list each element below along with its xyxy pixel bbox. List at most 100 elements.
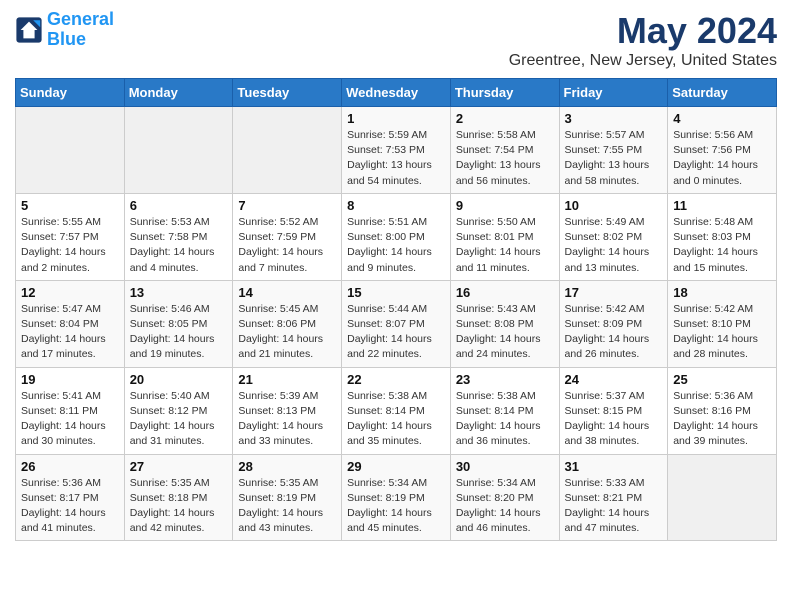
weekday-header: Tuesday <box>233 79 342 107</box>
day-info: Sunrise: 5:46 AM Sunset: 8:05 PM Dayligh… <box>130 302 228 363</box>
calendar-cell: 9Sunrise: 5:50 AM Sunset: 8:01 PM Daylig… <box>450 193 559 280</box>
calendar-cell: 4 Sunrise: 5:56 AM Sunset: 7:56 PM Daylig… <box>668 107 777 194</box>
day-info: Sunrise: 5:48 AM Sunset: 8:03 PM Dayligh… <box>673 215 771 276</box>
day-number: 15 <box>347 285 445 300</box>
day-info: Sunrise: 5:50 AM Sunset: 8:01 PM Dayligh… <box>456 215 554 276</box>
day-info: Sunrise: 5:35 AM Sunset: 8:18 PM Dayligh… <box>130 476 228 537</box>
calendar-cell: 1Sunrise: 5:59 AM Sunset: 7:53 PM Daylig… <box>342 107 451 194</box>
day-number: 22 <box>347 372 445 387</box>
title-area: May 2024 Greentree, New Jersey, United S… <box>509 10 777 70</box>
calendar-cell: 13 Sunrise: 5:46 AM Sunset: 8:05 PM Dayli… <box>124 280 233 367</box>
calendar-table: SundayMondayTuesdayWednesdayThursdayFrid… <box>15 78 777 541</box>
calendar-week-row: 1Sunrise: 5:59 AM Sunset: 7:53 PM Daylig… <box>16 107 777 194</box>
logo-text: General Blue <box>47 10 114 50</box>
day-number: 25 <box>673 372 771 387</box>
calendar-header: SundayMondayTuesdayWednesdayThursdayFrid… <box>16 79 777 107</box>
day-info: Sunrise: 5:34 AM Sunset: 8:20 PM Dayligh… <box>456 476 554 537</box>
calendar-cell: 7Sunrise: 5:52 AM Sunset: 7:59 PM Daylig… <box>233 193 342 280</box>
calendar-cell: 29Sunrise: 5:34 AM Sunset: 8:19 PM Dayli… <box>342 454 451 541</box>
calendar-cell: 23 Sunrise: 5:38 AM Sunset: 8:14 PM Dayli… <box>450 367 559 454</box>
day-info: Sunrise: 5:51 AM Sunset: 8:00 PM Dayligh… <box>347 215 445 276</box>
weekday-header: Monday <box>124 79 233 107</box>
logo-icon <box>15 16 43 44</box>
day-number: 24 <box>565 372 663 387</box>
day-info: Sunrise: 5:58 AM Sunset: 7:54 PM Dayligh… <box>456 128 554 189</box>
day-number: 16 <box>456 285 554 300</box>
calendar-cell: 30Sunrise: 5:34 AM Sunset: 8:20 PM Dayli… <box>450 454 559 541</box>
calendar-cell: 10 Sunrise: 5:49 AM Sunset: 8:02 PM Dayli… <box>559 193 668 280</box>
day-info: Sunrise: 5:55 AM Sunset: 7:57 PM Dayligh… <box>21 215 119 276</box>
calendar-week-row: 12Sunrise: 5:47 AM Sunset: 8:04 PM Dayli… <box>16 280 777 367</box>
day-number: 4 <box>673 111 771 126</box>
calendar-cell: 15 Sunrise: 5:44 AM Sunset: 8:07 PM Dayli… <box>342 280 451 367</box>
day-number: 19 <box>21 372 119 387</box>
weekday-header: Wednesday <box>342 79 451 107</box>
calendar-cell: 16Sunrise: 5:43 AM Sunset: 8:08 PM Dayli… <box>450 280 559 367</box>
day-number: 31 <box>565 459 663 474</box>
day-number: 14 <box>238 285 336 300</box>
calendar-cell: 6 Sunrise: 5:53 AM Sunset: 7:58 PM Daylig… <box>124 193 233 280</box>
calendar-title: May 2024 <box>509 10 777 52</box>
calendar-cell: 20 Sunrise: 5:40 AM Sunset: 8:12 PM Dayli… <box>124 367 233 454</box>
day-info: Sunrise: 5:47 AM Sunset: 8:04 PM Dayligh… <box>21 302 119 363</box>
day-number: 21 <box>238 372 336 387</box>
weekday-header: Saturday <box>668 79 777 107</box>
day-info: Sunrise: 5:42 AM Sunset: 8:09 PM Dayligh… <box>565 302 663 363</box>
day-number: 10 <box>565 198 663 213</box>
calendar-cell: 18 Sunrise: 5:42 AM Sunset: 8:10 PM Dayli… <box>668 280 777 367</box>
day-info: Sunrise: 5:45 AM Sunset: 8:06 PM Dayligh… <box>238 302 336 363</box>
calendar-cell: 28Sunrise: 5:35 AM Sunset: 8:19 PM Dayli… <box>233 454 342 541</box>
calendar-cell <box>668 454 777 541</box>
calendar-cell: 26 Sunrise: 5:36 AM Sunset: 8:17 PM Dayli… <box>16 454 125 541</box>
calendar-cell <box>16 107 125 194</box>
day-number: 8 <box>347 198 445 213</box>
calendar-body: 1Sunrise: 5:59 AM Sunset: 7:53 PM Daylig… <box>16 107 777 541</box>
calendar-cell: 27 Sunrise: 5:35 AM Sunset: 8:18 PM Dayli… <box>124 454 233 541</box>
day-info: Sunrise: 5:44 AM Sunset: 8:07 PM Dayligh… <box>347 302 445 363</box>
day-info: Sunrise: 5:36 AM Sunset: 8:16 PM Dayligh… <box>673 389 771 450</box>
day-number: 18 <box>673 285 771 300</box>
day-info: Sunrise: 5:59 AM Sunset: 7:53 PM Dayligh… <box>347 128 445 189</box>
day-number: 23 <box>456 372 554 387</box>
calendar-cell: 21Sunrise: 5:39 AM Sunset: 8:13 PM Dayli… <box>233 367 342 454</box>
calendar-cell: 8 Sunrise: 5:51 AM Sunset: 8:00 PM Daylig… <box>342 193 451 280</box>
day-number: 17 <box>565 285 663 300</box>
day-number: 27 <box>130 459 228 474</box>
day-number: 7 <box>238 198 336 213</box>
day-number: 6 <box>130 198 228 213</box>
day-number: 26 <box>21 459 119 474</box>
calendar-cell: 5Sunrise: 5:55 AM Sunset: 7:57 PM Daylig… <box>16 193 125 280</box>
calendar-subtitle: Greentree, New Jersey, United States <box>509 52 777 70</box>
calendar-cell <box>124 107 233 194</box>
weekday-header: Sunday <box>16 79 125 107</box>
calendar-week-row: 26 Sunrise: 5:36 AM Sunset: 8:17 PM Dayli… <box>16 454 777 541</box>
calendar-cell: 19 Sunrise: 5:41 AM Sunset: 8:11 PM Dayli… <box>16 367 125 454</box>
day-number: 3 <box>565 111 663 126</box>
page-header: General Blue May 2024 Greentree, New Jer… <box>15 10 777 70</box>
header-row: SundayMondayTuesdayWednesdayThursdayFrid… <box>16 79 777 107</box>
day-info: Sunrise: 5:34 AM Sunset: 8:19 PM Dayligh… <box>347 476 445 537</box>
day-info: Sunrise: 5:53 AM Sunset: 7:58 PM Dayligh… <box>130 215 228 276</box>
day-number: 20 <box>130 372 228 387</box>
calendar-cell: 17 Sunrise: 5:42 AM Sunset: 8:09 PM Dayli… <box>559 280 668 367</box>
day-number: 13 <box>130 285 228 300</box>
day-info: Sunrise: 5:37 AM Sunset: 8:15 PM Dayligh… <box>565 389 663 450</box>
day-info: Sunrise: 5:41 AM Sunset: 8:11 PM Dayligh… <box>21 389 119 450</box>
calendar-cell: 24 Sunrise: 5:37 AM Sunset: 8:15 PM Dayli… <box>559 367 668 454</box>
calendar-week-row: 5Sunrise: 5:55 AM Sunset: 7:57 PM Daylig… <box>16 193 777 280</box>
day-info: Sunrise: 5:56 AM Sunset: 7:56 PM Dayligh… <box>673 128 771 189</box>
day-info: Sunrise: 5:42 AM Sunset: 8:10 PM Dayligh… <box>673 302 771 363</box>
calendar-cell: 31Sunrise: 5:33 AM Sunset: 8:21 PM Dayli… <box>559 454 668 541</box>
calendar-cell: 11 Sunrise: 5:48 AM Sunset: 8:03 PM Dayli… <box>668 193 777 280</box>
day-info: Sunrise: 5:38 AM Sunset: 8:14 PM Dayligh… <box>456 389 554 450</box>
calendar-cell <box>233 107 342 194</box>
day-info: Sunrise: 5:36 AM Sunset: 8:17 PM Dayligh… <box>21 476 119 537</box>
calendar-cell: 12Sunrise: 5:47 AM Sunset: 8:04 PM Dayli… <box>16 280 125 367</box>
weekday-header: Friday <box>559 79 668 107</box>
day-number: 2 <box>456 111 554 126</box>
day-number: 11 <box>673 198 771 213</box>
day-info: Sunrise: 5:35 AM Sunset: 8:19 PM Dayligh… <box>238 476 336 537</box>
day-info: Sunrise: 5:49 AM Sunset: 8:02 PM Dayligh… <box>565 215 663 276</box>
day-info: Sunrise: 5:40 AM Sunset: 8:12 PM Dayligh… <box>130 389 228 450</box>
calendar-cell: 14 Sunrise: 5:45 AM Sunset: 8:06 PM Dayli… <box>233 280 342 367</box>
